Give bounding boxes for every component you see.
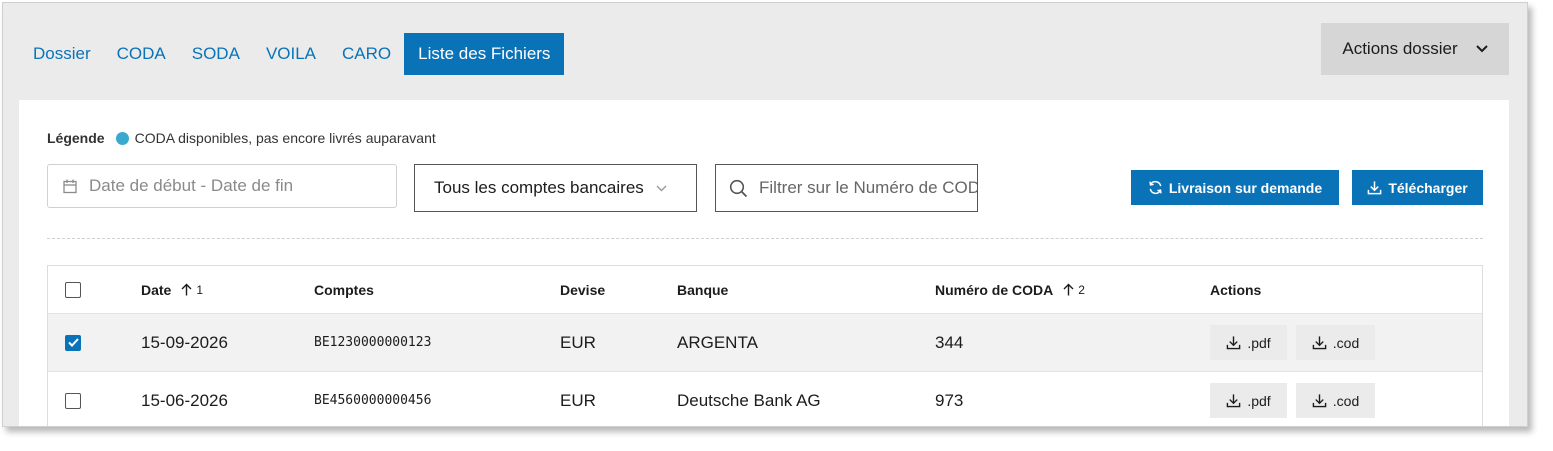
download-cod-button[interactable]: .cod [1296,325,1375,360]
cell-date: 15-09-2026 [141,332,228,352]
calendar-icon [63,179,77,194]
header-date[interactable]: Date 1 [141,266,203,313]
row-checkbox[interactable] [65,334,81,351]
legend-text: CODA disponibles, pas encore livrés aupa… [134,130,436,146]
checkmark-icon [67,338,79,347]
download-cod-label: .cod [1332,392,1360,409]
date-range-input[interactable]: Date de début - Date de fin [47,164,397,208]
table-row[interactable]: 15-09-2026 BE1230000000123 EUR ARGENTA 3… [48,314,1482,372]
select-all-checkbox[interactable] [65,281,81,298]
coda-search-input[interactable]: Filtrer sur le Numéro de CODA [715,164,978,212]
coda-search-placeholder: Filtrer sur le Numéro de CODA [759,178,978,197]
chevron-down-icon [656,185,667,192]
download-pdf-button[interactable]: .pdf [1210,383,1287,418]
download-pdf-label: .pdf [1247,334,1271,351]
sort-indicator: 2 [1063,283,1085,297]
tab-caro[interactable]: CARO [329,33,404,75]
cell-compte: BE4560000000456 [314,393,432,408]
livraison-label: Livraison sur demande [1168,179,1323,196]
chevron-down-icon [1475,45,1488,53]
header-numero[interactable]: Numéro de CODA 2 [935,266,1085,313]
tab-voila[interactable]: VOILA [253,33,329,75]
download-cod-label: .cod [1332,334,1360,351]
cell-banque: Deutsche Bank AG [677,390,821,410]
date-range-placeholder: Date de début - Date de fin [89,176,294,195]
arrow-up-icon [181,283,192,296]
arrow-up-icon [1063,283,1074,296]
download-cod-button[interactable]: .cod [1296,383,1375,418]
tab-liste-des-fichiers[interactable]: Liste des Fichiers [404,33,565,75]
search-icon [729,179,748,198]
download-icon [1367,180,1382,195]
sort-order: 2 [1078,282,1085,297]
actions-dossier-label: Actions dossier [1342,39,1458,58]
cell-date: 15-06-2026 [141,390,228,410]
select-all-cell [65,266,81,313]
tab-dossier[interactable]: Dossier [20,33,104,75]
table-header-row: Date 1 Comptes Devise Banque Numéro de C… [48,266,1482,314]
cell-numero: 973 [935,390,964,410]
legend: Légende CODA disponibles, pas encore liv… [47,130,436,146]
livraison-button[interactable]: Livraison sur demande [1131,170,1339,205]
sort-order: 1 [196,282,204,297]
actions-dossier-dropdown[interactable]: Actions dossier [1321,23,1509,75]
header-numero-label: Numéro de CODA [935,281,1054,298]
legend-dot-icon [115,131,129,145]
table-row[interactable]: 15-06-2026 BE4560000000456 EUR Deutsche … [48,372,1482,426]
cell-compte: BE1230000000123 [314,335,432,350]
files-table: Date 1 Comptes Devise Banque Numéro de C… [47,265,1483,426]
download-icon [1312,336,1327,350]
tab-coda[interactable]: CODA [104,33,179,75]
download-icon [1312,394,1327,408]
tab-soda[interactable]: SODA [179,33,253,75]
telecharger-button[interactable]: Télécharger [1352,170,1483,205]
cell-numero: 344 [935,332,964,352]
telecharger-label: Télécharger [1388,179,1468,196]
download-icon [1227,394,1241,408]
account-select[interactable]: Tous les comptes bancaires [414,164,697,212]
header-actions: Actions [1210,281,1262,298]
header-date-label: Date [141,281,172,298]
cell-actions: .pdf .cod [1210,372,1375,426]
header-comptes[interactable]: Comptes [314,266,374,313]
download-pdf-label: .pdf [1247,392,1271,409]
divider [47,238,1483,239]
files-panel: Légende CODA disponibles, pas encore liv… [19,100,1509,426]
row-select-cell [65,372,81,426]
cell-banque: ARGENTA [677,332,758,352]
download-icon [1227,336,1241,350]
download-pdf-button[interactable]: .pdf [1210,325,1287,360]
cell-devise: EUR [560,390,596,410]
row-checkbox[interactable] [65,392,81,409]
legend-label: Légende [47,130,105,146]
sort-indicator: 1 [181,283,203,297]
cell-actions: .pdf .cod [1210,314,1375,371]
header-devise[interactable]: Devise [560,266,605,313]
row-select-cell [65,314,81,371]
cell-devise: EUR [560,332,596,352]
header-banque[interactable]: Banque [677,266,728,313]
refresh-icon [1148,180,1163,195]
tab-bar: Dossier CODA SODA VOILA CARO Liste des F… [20,33,565,75]
account-select-value: Tous les comptes bancaires [434,178,644,197]
app-frame: Dossier CODA SODA VOILA CARO Liste des F… [2,2,1528,427]
